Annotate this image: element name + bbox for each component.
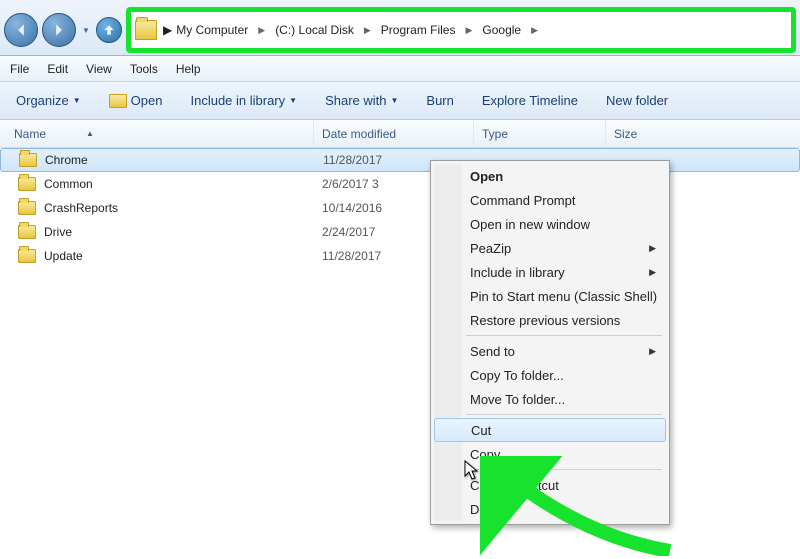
menu-file[interactable]: File: [10, 62, 29, 76]
context-peazip[interactable]: PeaZip▶: [462, 236, 666, 260]
menu-separator: [466, 414, 662, 415]
breadcrumb-item[interactable]: (C:) Local Disk: [271, 21, 358, 39]
nav-area: ▼ ▶ My Computer ▶ (C:) Local Disk ▶ Prog…: [0, 0, 800, 56]
file-name: Update: [44, 249, 83, 263]
context-open-new-window[interactable]: Open in new window: [462, 212, 666, 236]
folder-icon: [18, 225, 36, 239]
chevron-down-icon: ▼: [390, 96, 398, 105]
toolbar-newfolder[interactable]: New folder: [606, 93, 668, 108]
history-dropdown-icon[interactable]: ▼: [80, 14, 92, 46]
forward-button[interactable]: [42, 13, 76, 47]
file-row[interactable]: Update 11/28/2017: [0, 244, 800, 268]
toolbar-explore[interactable]: Explore Timeline: [482, 93, 578, 108]
mouse-cursor-icon: [464, 460, 480, 482]
file-name: Common: [44, 177, 93, 191]
context-command-prompt[interactable]: Command Prompt: [462, 188, 666, 212]
folder-icon: [18, 177, 36, 191]
context-cut[interactable]: Cut: [434, 418, 666, 442]
context-delete[interactable]: Delete: [462, 497, 666, 521]
column-type[interactable]: Type: [474, 120, 606, 147]
submenu-arrow-icon: ▶: [649, 346, 656, 357]
menu-tools[interactable]: Tools: [130, 62, 158, 76]
sort-asc-icon: ▲: [86, 129, 94, 138]
chevron-down-icon: ▼: [289, 96, 297, 105]
context-open[interactable]: Open: [462, 164, 666, 188]
context-copy[interactable]: Copy: [462, 442, 666, 466]
context-pin-start[interactable]: Pin to Start menu (Classic Shell): [462, 284, 666, 308]
context-send-to[interactable]: Send to▶: [462, 339, 666, 363]
toolbar-include[interactable]: Include in library▼: [190, 93, 297, 108]
submenu-arrow-icon: ▶: [649, 243, 656, 254]
context-include-library[interactable]: Include in library▶: [462, 260, 666, 284]
context-restore-versions[interactable]: Restore previous versions: [462, 308, 666, 332]
menu-separator: [466, 335, 662, 336]
breadcrumb-item[interactable]: My Computer: [172, 21, 252, 39]
context-create-shortcut[interactable]: Create shortcut: [462, 473, 666, 497]
up-button[interactable]: [96, 17, 122, 43]
folder-icon: [18, 201, 36, 215]
menu-bar: File Edit View Tools Help: [0, 56, 800, 82]
menu-help[interactable]: Help: [176, 62, 201, 76]
chevron-down-icon: ▼: [73, 96, 81, 105]
file-row[interactable]: CrashReports 10/14/2016: [0, 196, 800, 220]
folder-icon: [18, 249, 36, 263]
chevron-right-icon[interactable]: ▶: [163, 23, 172, 37]
column-size[interactable]: Size: [606, 120, 800, 147]
chevron-right-icon[interactable]: ▶: [527, 25, 542, 36]
chevron-right-icon[interactable]: ▶: [254, 25, 269, 36]
menu-separator: [466, 469, 662, 470]
file-name: Drive: [44, 225, 72, 239]
breadcrumb[interactable]: My Computer ▶ (C:) Local Disk ▶ Program …: [172, 21, 787, 39]
file-row[interactable]: Common 2/6/2017 3: [0, 172, 800, 196]
breadcrumb-item[interactable]: Google: [478, 21, 525, 39]
folder-icon: [19, 153, 37, 167]
folder-icon: [135, 20, 157, 40]
context-move-to[interactable]: Move To folder...: [462, 387, 666, 411]
breadcrumb-item[interactable]: Program Files: [377, 21, 460, 39]
back-button[interactable]: [4, 13, 38, 47]
toolbar-organize[interactable]: Organize▼: [16, 93, 81, 108]
file-row[interactable]: Drive 2/24/2017: [0, 220, 800, 244]
folder-open-icon: [109, 94, 127, 108]
chevron-right-icon[interactable]: ▶: [360, 25, 375, 36]
column-name[interactable]: Name ▲: [0, 120, 314, 147]
file-row[interactable]: Chrome 11/28/2017: [0, 148, 800, 172]
column-headers: Name ▲ Date modified Type Size: [0, 120, 800, 148]
toolbar-open[interactable]: Open: [109, 93, 163, 108]
toolbar-share[interactable]: Share with▼: [325, 93, 398, 108]
toolbar-burn[interactable]: Burn: [426, 93, 453, 108]
menu-edit[interactable]: Edit: [47, 62, 68, 76]
chevron-right-icon[interactable]: ▶: [461, 25, 476, 36]
column-date[interactable]: Date modified: [314, 120, 474, 147]
context-copy-to[interactable]: Copy To folder...: [462, 363, 666, 387]
file-name: CrashReports: [44, 201, 118, 215]
file-name: Chrome: [45, 153, 88, 167]
submenu-arrow-icon: ▶: [649, 267, 656, 278]
file-list: Chrome 11/28/2017 Common 2/6/2017 3 Cras…: [0, 148, 800, 268]
toolbar: Organize▼ Open Include in library▼ Share…: [0, 82, 800, 120]
breadcrumb-highlight: ▶ My Computer ▶ (C:) Local Disk ▶ Progra…: [126, 7, 796, 53]
menu-view[interactable]: View: [86, 62, 112, 76]
